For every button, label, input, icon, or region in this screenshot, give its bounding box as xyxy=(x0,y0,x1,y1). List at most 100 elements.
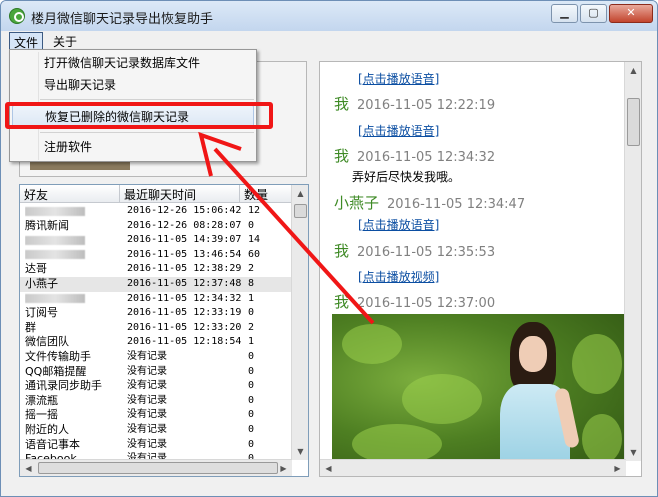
menu-open-database[interactable]: 打开微信聊天记录数据库文件 xyxy=(10,52,256,74)
column-header-friend[interactable]: 好友 xyxy=(20,185,120,203)
maximize-button[interactable]: ▢ xyxy=(580,4,607,23)
chat-vertical-scrollbar[interactable]: ▲ ▼ xyxy=(624,62,641,461)
message-count: 14 xyxy=(248,234,261,246)
message-text: 弄好后尽快发我哦。 xyxy=(352,170,461,184)
redacted-name xyxy=(25,206,85,216)
friend-name: 群 xyxy=(25,320,36,334)
message-count: 1 xyxy=(248,292,255,304)
message-timestamp: 2016-11-05 12:35:53 xyxy=(357,245,496,260)
message-header: 我 2016-11-05 12:35:53 xyxy=(334,240,495,261)
last-chat-time: 2016-12-26 08:28:07 xyxy=(127,219,242,231)
chat-scroll-down-icon[interactable]: ▼ xyxy=(625,444,641,461)
table-row[interactable]: 文件传输助手 没有记录 0 xyxy=(20,350,292,365)
message-count: 2 xyxy=(248,321,255,333)
friend-name: 小燕子 xyxy=(25,276,58,290)
chat-scroll-right-icon[interactable]: ▶ xyxy=(609,460,626,476)
menu-export-records[interactable]: 导出聊天记录 xyxy=(10,74,256,96)
table-row[interactable]: 订阅号 2016-11-05 12:33:19 0 xyxy=(20,306,292,321)
friends-horizontal-scrollbar[interactable]: ◀ ▶ xyxy=(20,459,292,476)
play-media-link[interactable]: [点击播放视频] xyxy=(358,268,439,285)
close-icon: ✕ xyxy=(626,6,636,19)
sender-name: 我 xyxy=(334,242,350,260)
friends-hscroll-thumb[interactable] xyxy=(38,462,278,474)
sender-name: 我 xyxy=(334,147,350,165)
menu-bar: 文件 关于 xyxy=(1,31,657,51)
table-row[interactable]: 2016-11-05 14:39:07 14 xyxy=(20,233,292,248)
friend-name xyxy=(25,204,121,219)
friends-vertical-scrollbar[interactable]: ▲ ▼ xyxy=(291,185,308,460)
message-header: 我 2016-11-05 12:34:32 xyxy=(334,145,495,166)
highlight-box xyxy=(5,102,273,129)
play-media-link[interactable]: [点击播放语音] xyxy=(358,122,439,139)
minimize-icon: ▁ xyxy=(560,6,569,19)
chat-scroll-left-icon[interactable]: ◀ xyxy=(320,460,337,476)
play-media-link[interactable]: [点击播放语音] xyxy=(358,70,439,87)
message-count: 8 xyxy=(248,277,255,289)
message-count: 60 xyxy=(248,248,261,260)
table-row[interactable]: 小燕子 2016-11-05 12:37:48 8 xyxy=(20,276,292,292)
message-count: 0 xyxy=(248,409,255,421)
friend-name: 腾讯新闻 xyxy=(25,218,69,232)
table-row[interactable]: 2016-12-26 15:06:42 12 xyxy=(20,204,292,219)
friends-rows: 2016-12-26 15:06:42 12 腾讯新闻 2016-12-26 08:2… xyxy=(20,204,292,476)
friends-vscroll-thumb[interactable] xyxy=(294,204,307,218)
friend-name xyxy=(25,248,121,263)
message-timestamp: 2016-11-05 12:37:00 xyxy=(357,296,496,311)
title-bar[interactable]: 楼月微信聊天记录导出恢复助手 ▁ ▢ ✕ xyxy=(1,1,657,31)
table-row[interactable]: 2016-11-05 13:46:54 60 xyxy=(20,248,292,263)
chat-horizontal-scrollbar[interactable]: ◀ ▶ xyxy=(320,459,626,476)
menu-separator xyxy=(40,132,254,133)
scroll-left-icon[interactable]: ◀ xyxy=(20,460,37,476)
message-count: 0 xyxy=(248,438,255,450)
scroll-right-icon[interactable]: ▶ xyxy=(275,460,292,476)
table-row[interactable]: 腾讯新闻 2016-12-26 08:28:07 0 xyxy=(20,219,292,234)
last-chat-time: 2016-12-26 15:06:42 xyxy=(127,205,242,216)
menu-file[interactable]: 文件 xyxy=(9,32,44,50)
minimize-button[interactable]: ▁ xyxy=(551,4,578,23)
redacted-name xyxy=(25,250,85,260)
scroll-down-icon[interactable]: ▼ xyxy=(292,443,308,460)
message-count: 2 xyxy=(248,263,255,275)
close-button[interactable]: ✕ xyxy=(609,4,653,23)
friend-name xyxy=(25,292,121,307)
message-timestamp: 2016-11-05 12:34:47 xyxy=(387,197,526,212)
table-row[interactable]: 2016-11-05 12:34:32 1 xyxy=(20,292,292,307)
table-row[interactable]: 漂流瓶 没有记录 0 xyxy=(20,394,292,409)
table-row[interactable]: 语音记事本 没有记录 0 xyxy=(20,438,292,453)
table-row[interactable]: 摇一摇 没有记录 0 xyxy=(20,408,292,423)
friend-name xyxy=(25,233,121,248)
table-row[interactable]: 达哥 2016-11-05 12:38:29 2 xyxy=(20,262,292,277)
redacted-name xyxy=(25,294,85,304)
friends-list: 好友 最近聊天时间 数量 2016-12-26 15:06:42 12 腾讯新闻 20… xyxy=(19,184,309,477)
friend-name: QQ邮箱提醒 xyxy=(25,364,87,378)
last-chat-time: 没有记录 xyxy=(127,409,167,421)
last-chat-time: 没有记录 xyxy=(127,350,167,362)
play-media-link[interactable]: [点击播放语音] xyxy=(358,216,439,233)
message-header: 我 2016-11-05 12:37:00 xyxy=(334,291,495,312)
wechat-logo-icon xyxy=(9,8,25,24)
message-count: 0 xyxy=(248,423,255,435)
column-header-time[interactable]: 最近聊天时间 xyxy=(120,185,240,203)
menu-separator xyxy=(40,99,254,100)
last-chat-time: 2016-11-05 13:46:54 xyxy=(127,248,242,260)
table-row[interactable]: 通讯录同步助手 没有记录 0 xyxy=(20,379,292,394)
window-title: 楼月微信聊天记录导出恢复助手 xyxy=(31,12,214,27)
menu-register[interactable]: 注册软件 xyxy=(10,136,256,158)
table-row[interactable]: 微信团队 2016-11-05 12:18:54 1 xyxy=(20,335,292,350)
chat-scroll-up-icon[interactable]: ▲ xyxy=(625,62,641,79)
last-chat-time: 2016-11-05 12:37:48 xyxy=(127,277,242,289)
message-count: 0 xyxy=(248,394,255,406)
column-header-count[interactable]: 数量 xyxy=(240,185,292,203)
scroll-up-icon[interactable]: ▲ xyxy=(292,185,308,202)
table-row[interactable]: 附近的人 没有记录 0 xyxy=(20,423,292,438)
menu-about[interactable]: 关于 xyxy=(49,32,81,50)
chat-vscroll-thumb[interactable] xyxy=(627,98,640,146)
message-count: 0 xyxy=(248,307,255,319)
table-row[interactable]: QQ邮箱提醒 没有记录 0 xyxy=(20,365,292,380)
friend-name: 达哥 xyxy=(25,262,47,276)
last-chat-time: 没有记录 xyxy=(127,380,167,392)
redacted-name xyxy=(25,235,85,245)
maximize-icon: ▢ xyxy=(588,6,599,19)
table-row[interactable]: 群 2016-11-05 12:33:20 2 xyxy=(20,321,292,336)
chat-photo[interactable] xyxy=(332,314,624,476)
